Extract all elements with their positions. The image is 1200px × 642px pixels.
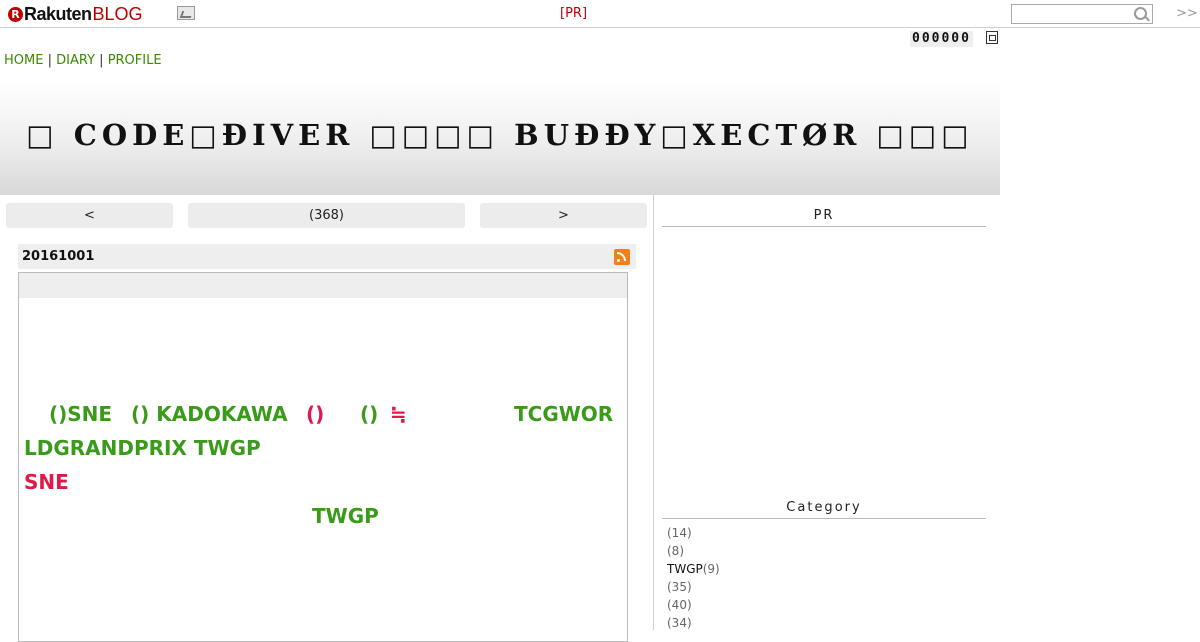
logo-rakuten-text: Rakuten — [24, 3, 92, 24]
search-icon[interactable] — [1134, 7, 1147, 20]
column-divider — [653, 195, 654, 630]
entry-text: TCGWOR — [514, 402, 614, 426]
category-item[interactable]: (8) — [667, 542, 720, 560]
category-item[interactable]: (35) — [667, 578, 720, 596]
entry-body: ()SNE () KADOKAWA () () ≒ TCGWOR LDGRAND… — [18, 272, 628, 642]
entry-text: SNE — [24, 470, 69, 494]
nav-separator: | — [99, 53, 104, 68]
category-list: (14) (8) TWGP(9) (35) (40) (34) — [667, 524, 720, 632]
entry-date-bar: 20161001 — [18, 244, 636, 269]
entry-text: LDGRANDPRIX TWGP — [24, 436, 261, 460]
entry-text: () — [360, 402, 379, 426]
logo-blog-text: BLOG — [92, 3, 143, 24]
rss-icon[interactable] — [614, 249, 630, 265]
entry-text: TWGP — [312, 504, 379, 528]
blog-header-banner: □ CODE□ĐIVER □□□□ BUĐĐY□XECTØR □□□ — [0, 78, 1000, 195]
entry-count-button[interactable]: (368) — [188, 203, 465, 228]
rakuten-blog-logo[interactable]: R Rakuten BLOG — [8, 4, 143, 24]
search-input[interactable] — [1011, 4, 1153, 24]
blog-nav: HOME | DIARY | PROFILE — [4, 53, 162, 68]
nav-home[interactable]: HOME — [4, 53, 43, 68]
nav-profile[interactable]: PROFILE — [108, 53, 162, 68]
nav-diary[interactable]: DIARY — [56, 53, 95, 68]
sidebar-category-heading: Category — [662, 500, 986, 519]
entry-text: () KADOKAWA — [131, 402, 288, 426]
entry-text: ≒ — [390, 402, 407, 426]
entry-text: ()SNE — [49, 402, 113, 426]
sidebar-pr-heading: PR — [662, 208, 986, 227]
rakuten-r-icon: R — [8, 6, 23, 22]
category-item[interactable]: (34) — [667, 614, 720, 632]
pr-link[interactable]: [PR] — [560, 6, 587, 21]
next-page-button[interactable]: > — [480, 203, 647, 228]
entry-text: () — [306, 402, 325, 426]
category-item[interactable]: TWGP(9) — [667, 560, 720, 578]
global-header: R Rakuten BLOG [PR] >> — [0, 0, 1200, 28]
game-icon[interactable] — [177, 6, 195, 20]
access-counter: 000000 — [910, 31, 973, 47]
counter-icon[interactable] — [986, 31, 998, 44]
category-item[interactable]: (14) — [667, 524, 720, 542]
nav-separator: | — [47, 53, 52, 68]
prev-page-button[interactable]: < — [6, 203, 173, 228]
category-item[interactable]: (40) — [667, 596, 720, 614]
entry-date: 20161001 — [22, 249, 95, 264]
more-link[interactable]: >> — [1176, 6, 1198, 21]
blog-title[interactable]: □ CODE□ĐIVER □□□□ BUĐĐY□XECTØR □□□ — [0, 118, 1000, 152]
entry-title-bar — [19, 273, 627, 298]
